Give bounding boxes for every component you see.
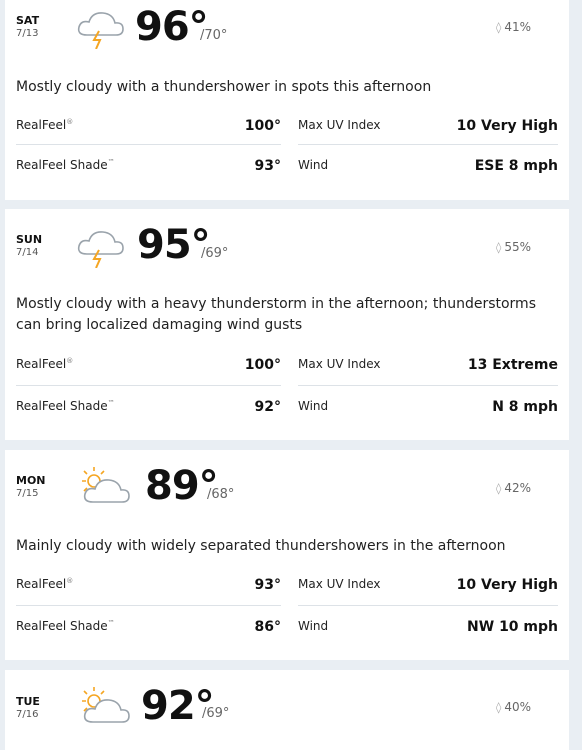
realfeel-shade-label: RealFeel Shade™ xyxy=(16,619,115,633)
wind-label: Wind xyxy=(298,158,329,172)
realfeel-shade-value: 93° xyxy=(254,158,281,174)
precip-value: 41% xyxy=(504,20,531,34)
realfeel-row: RealFeel® 100° xyxy=(16,118,281,142)
low-temp: /69° xyxy=(202,706,230,721)
uv-value: 13 Extreme xyxy=(467,357,558,373)
day-label: MON 7/15 xyxy=(16,474,46,500)
wind-row: Wind N 8 mph xyxy=(298,399,558,423)
divider xyxy=(298,385,558,386)
realfeel-value: 93° xyxy=(254,577,281,593)
divider xyxy=(298,605,558,606)
divider xyxy=(298,144,558,145)
realfeel-value: 100° xyxy=(244,357,281,373)
wind-value: ESE 8 mph xyxy=(474,158,558,174)
realfeel-row: RealFeel® 100° xyxy=(16,357,281,381)
wind-row: Wind NW 10 mph xyxy=(298,619,558,643)
realfeel-shade-label: RealFeel Shade™ xyxy=(16,399,115,413)
realfeel-shade-label: RealFeel Shade™ xyxy=(16,158,115,172)
partly-sunny-icon xyxy=(77,464,135,512)
day-label: TUE 7/16 xyxy=(16,695,40,721)
day-label: SAT 7/13 xyxy=(16,14,39,40)
realfeel-label: RealFeel® xyxy=(16,118,74,132)
day-date: 7/13 xyxy=(16,28,39,39)
raindrop-icon: ◊ xyxy=(495,482,502,495)
forecast-phrase: Mostly cloudy with a thundershower in sp… xyxy=(16,79,432,95)
divider xyxy=(16,144,281,145)
realfeel-shade-value: 92° xyxy=(254,399,281,415)
precip-value: 42% xyxy=(504,481,531,495)
uv-row: Max UV Index 10 Very High xyxy=(298,577,558,601)
raindrop-icon: ◊ xyxy=(495,21,502,34)
raindrop-icon: ◊ xyxy=(495,241,502,254)
uv-row: Max UV Index 10 Very High xyxy=(298,118,558,142)
day-date: 7/14 xyxy=(16,247,39,258)
realfeel-shade-row: RealFeel Shade™ 93° xyxy=(16,158,281,182)
divider xyxy=(16,605,281,606)
day-of-week: SUN xyxy=(16,233,43,246)
realfeel-label: RealFeel® xyxy=(16,577,74,591)
realfeel-shade-row: RealFeel Shade™ 92° xyxy=(16,399,281,423)
wind-row: Wind ESE 8 mph xyxy=(298,158,558,182)
realfeel-shade-row: RealFeel Shade™ 86° xyxy=(16,619,281,643)
day-of-week: MON xyxy=(16,474,46,487)
low-temp: /70° xyxy=(200,28,228,43)
uv-label: Max UV Index xyxy=(298,577,381,591)
day-card-sat[interactable]: SAT 7/13 96° /70° ◊ 41% Mostly cloudy wit… xyxy=(5,0,569,200)
high-temp: 95° xyxy=(137,222,211,268)
forecast-phrase: Mainly cloudy with widely separated thun… xyxy=(16,538,506,554)
precip-chance: ◊ 41% xyxy=(496,20,531,34)
divider xyxy=(16,385,281,386)
precip-value: 55% xyxy=(504,240,531,254)
raindrop-icon: ◊ xyxy=(495,701,502,714)
high-temp: 96° xyxy=(135,4,209,50)
realfeel-shade-value: 86° xyxy=(254,619,281,635)
uv-value: 10 Very High xyxy=(456,577,558,593)
wind-label: Wind xyxy=(298,619,329,633)
wind-value: N 8 mph xyxy=(492,399,558,415)
uv-row: Max UV Index 13 Extreme xyxy=(298,357,558,381)
day-label: SUN 7/14 xyxy=(16,233,42,259)
day-date: 7/16 xyxy=(16,709,39,720)
low-temp: /68° xyxy=(207,487,235,502)
precip-value: 40% xyxy=(504,700,531,714)
day-date: 7/15 xyxy=(16,488,39,499)
precip-chance: ◊ 55% xyxy=(496,240,531,254)
realfeel-row: RealFeel® 93° xyxy=(16,577,281,601)
thunderstorm-icon xyxy=(73,224,129,272)
precip-chance: ◊ 42% xyxy=(496,481,531,495)
uv-label: Max UV Index xyxy=(298,118,381,132)
thunderstorm-icon xyxy=(73,5,129,53)
day-of-week: SAT xyxy=(16,14,40,27)
day-card-mon[interactable]: MON 7/15 89° /68° ◊ 42% Mainly cloudy wit… xyxy=(5,450,569,660)
low-temp: /69° xyxy=(201,246,229,261)
wind-value: NW 10 mph xyxy=(467,619,558,635)
realfeel-value: 100° xyxy=(244,118,281,134)
forecast-phrase: Mostly cloudy with a heavy thunderstorm … xyxy=(16,296,536,333)
day-card-tue[interactable]: TUE 7/16 92° /69° ◊ 40% xyxy=(5,670,569,750)
uv-label: Max UV Index xyxy=(298,357,381,371)
uv-value: 10 Very High xyxy=(456,118,558,134)
precip-chance: ◊ 40% xyxy=(496,700,531,714)
wind-label: Wind xyxy=(298,399,329,413)
realfeel-label: RealFeel® xyxy=(16,357,74,371)
day-of-week: TUE xyxy=(16,695,40,708)
day-card-sun[interactable]: SUN 7/14 95° /69° ◊ 55% Mostly cloudy wit… xyxy=(5,209,569,440)
partly-sunny-icon xyxy=(77,684,135,732)
